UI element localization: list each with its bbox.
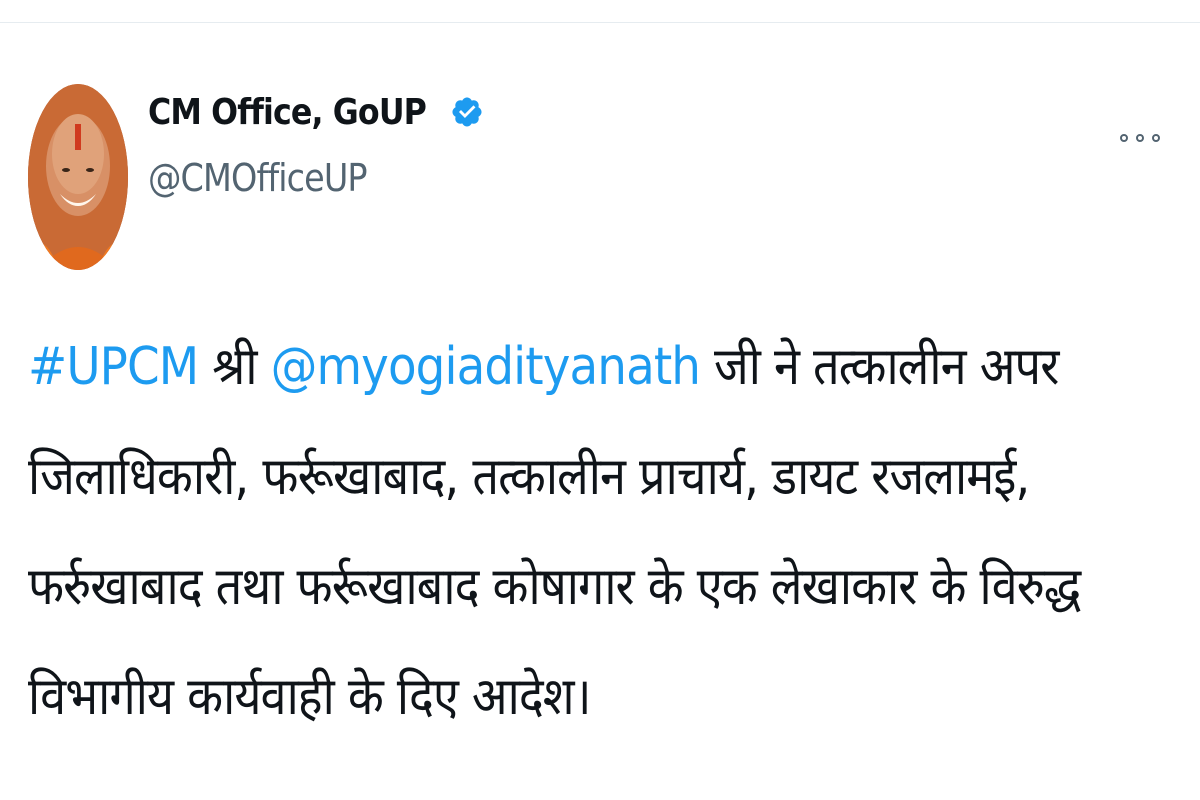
tweet-line-2: जिलाधिकारी, फर्रूखाबाद, तत्कालीन प्राचार…: [28, 447, 1030, 507]
dot-icon: [1120, 134, 1128, 142]
tweet-text: #UPCM श्री @myogiadityanath जी ने तत्काल…: [28, 312, 1188, 752]
verified-badge-icon: [452, 97, 482, 127]
tweet-line-1: #UPCM श्री @myogiadityanath जी ने तत्काल…: [28, 312, 1072, 422]
dot-icon: [1136, 134, 1144, 142]
tweet-text-segment: जी ने तत्कालीन अपर: [700, 337, 1059, 397]
top-divider: [0, 0, 1200, 23]
author-handle[interactable]: @CMOfficeUP: [148, 156, 444, 200]
author-block[interactable]: CM Office, GoUP @CMOfficeUP: [148, 90, 484, 200]
more-options-icon[interactable]: [1120, 128, 1160, 148]
mention-link[interactable]: @myogiadityanath: [271, 337, 701, 397]
tweet-line-3: फर्रुखाबाद तथा फर्रूखाबाद कोषागार के एक …: [28, 557, 1081, 617]
avatar[interactable]: [28, 84, 128, 270]
tweet-line-4: विभागीय कार्यवाही के दिए आदेश।: [28, 667, 591, 727]
author-display-name[interactable]: CM Office, GoUP: [148, 92, 427, 133]
tweet-card[interactable]: CM Office, GoUP @CMOfficeUP #UPCM श्री @…: [0, 22, 1200, 800]
dot-icon: [1152, 134, 1160, 142]
avatar-photo: [28, 84, 128, 270]
tweet-text-segment: श्री: [198, 337, 271, 397]
hashtag-link[interactable]: #UPCM: [28, 337, 199, 397]
